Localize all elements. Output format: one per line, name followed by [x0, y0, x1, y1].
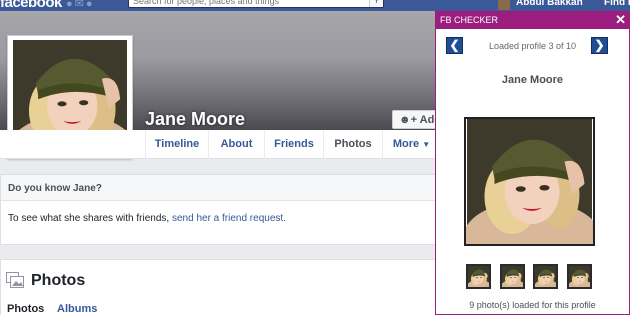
checker-main-photo[interactable]: [464, 117, 595, 246]
checker-title: FB CHECKER: [440, 15, 499, 25]
notification-icons[interactable]: ●✉●: [66, 0, 95, 10]
find-friends-link[interactable]: Find Fri: [604, 0, 630, 8]
user-name-link[interactable]: Abdul Bakkah: [516, 0, 583, 8]
checker-header: FB CHECKER ✕: [436, 12, 629, 29]
photos-title: Photos: [31, 272, 86, 289]
know-question: Do you know Jane?: [1, 175, 435, 201]
thumbnail-portrait: [569, 266, 590, 287]
chevron-right-icon: ❯: [594, 38, 605, 52]
tab-more-label: More: [392, 138, 420, 150]
tab-photos[interactable]: Photos: [323, 130, 382, 159]
tab-more[interactable]: More ▼: [382, 130, 440, 159]
checker-main-portrait: [466, 119, 593, 244]
photos-icon: [6, 272, 24, 288]
top-bar: facebook ●✉● ⚲ Abdul Bakkah Find Fri: [0, 0, 630, 11]
profile-name: Jane Moore: [145, 109, 246, 129]
thumbnail-portrait: [535, 266, 556, 287]
photos-tab-photos[interactable]: Photos: [7, 303, 44, 315]
photos-loaded-count: 9 photo(s) loaded for this profile: [469, 300, 596, 310]
photo-thumbnail[interactable]: [533, 264, 558, 289]
next-profile-button[interactable]: ❯: [591, 37, 608, 54]
photo-thumbnail[interactable]: [567, 264, 592, 289]
facebook-logo[interactable]: facebook: [0, 0, 62, 11]
fb-checker-panel: FB CHECKER ✕ ❮ Loaded profile 3 of 10 ❯ …: [435, 11, 630, 315]
tab-friends[interactable]: Friends: [264, 130, 323, 159]
photo-thumbnail[interactable]: [500, 264, 525, 289]
thumbnail-portrait: [502, 266, 523, 287]
search-box: ⚲: [128, 0, 384, 8]
photo-thumbnail[interactable]: [466, 264, 491, 289]
know-body-text: To see what she shares with friends,: [8, 213, 170, 224]
user-avatar[interactable]: [498, 0, 510, 10]
friend-request-link[interactable]: send her a friend request.: [172, 213, 286, 224]
know-card: Do you know Jane? To see what she shares…: [0, 174, 436, 245]
photos-card: Photos Photos Albums: [0, 259, 436, 315]
tab-about[interactable]: About: [208, 130, 264, 159]
chevron-down-icon: ▼: [422, 140, 431, 149]
thumbnail-portrait: [468, 266, 489, 287]
search-icon[interactable]: ⚲: [369, 0, 383, 7]
close-icon[interactable]: ✕: [615, 13, 626, 26]
add-friend-icon: ☻+: [399, 114, 417, 126]
know-body: To see what she shares with friends, sen…: [1, 201, 435, 224]
tab-timeline[interactable]: Timeline: [145, 130, 208, 159]
checker-profile-name: Jane Moore: [501, 74, 564, 86]
search-input[interactable]: [129, 0, 364, 7]
photos-tab-albums[interactable]: Albums: [57, 303, 97, 315]
